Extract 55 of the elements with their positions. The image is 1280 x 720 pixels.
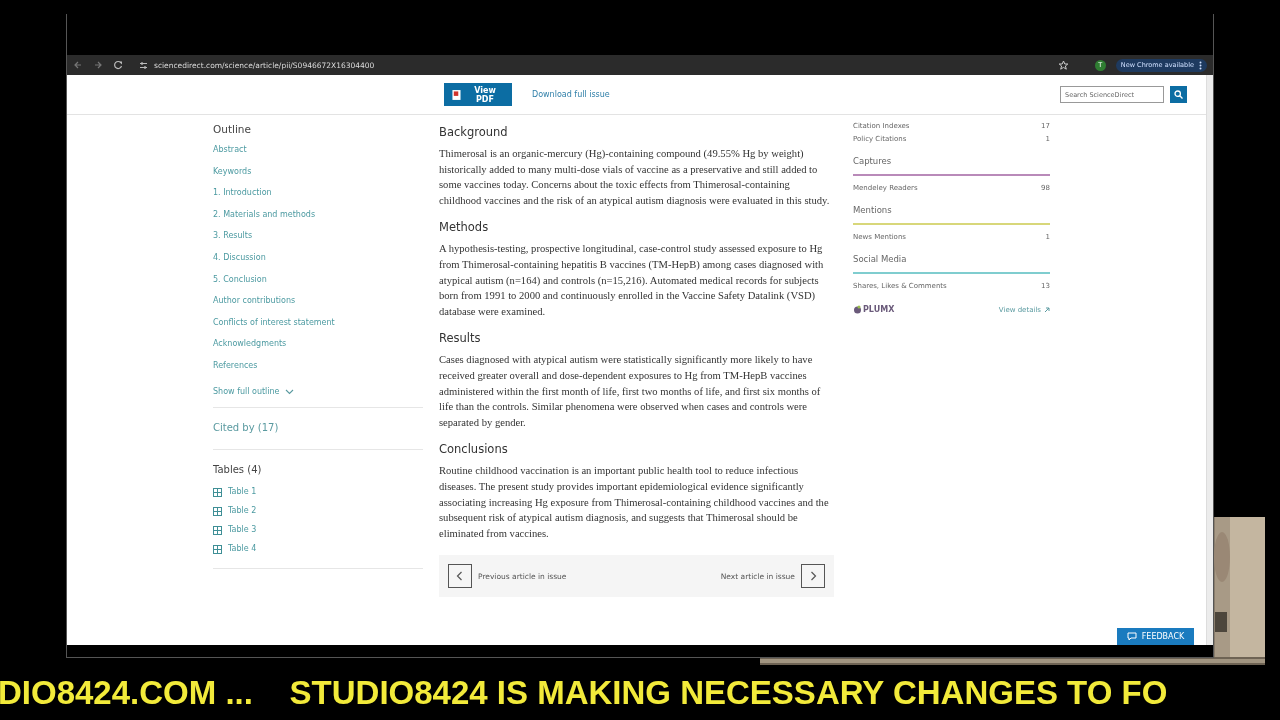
table-icon — [213, 506, 222, 516]
section-heading: Background — [439, 125, 509, 139]
show-full-outline-link[interactable]: Show full outline — [213, 386, 294, 403]
download-link[interactable]: Download full issue — [532, 90, 610, 99]
outline-link[interactable]: 1. Introduction — [213, 188, 272, 210]
outline-link[interactable]: 5. Conclusion — [213, 274, 267, 297]
section-paragraph: Routine childhood vaccination is an important public health tool to reduce infectious diseases. The present study provides important epidemiological evidence significantly associating increasing Hg exposure from Thimerosal-containing childhood vaccines and the subsequent risk of atypical autism diagnosis, and suggests that Thimerosal should be eliminated from vaccines. — [439, 464, 830, 541]
outline-link[interactable]: Conflicts of interest statement — [213, 317, 335, 340]
table-link[interactable]: Table 1 — [213, 486, 257, 506]
reload-icon — [113, 60, 123, 70]
site-settings-icon — [139, 60, 148, 70]
table-link[interactable]: Table 2 — [213, 505, 257, 526]
metric-group-title: Captures — [853, 156, 893, 168]
chevron-left-icon — [448, 564, 472, 589]
forward-icon — [93, 60, 103, 70]
section-heading: Methods — [439, 220, 490, 235]
metric-group-title: Mentions — [853, 205, 893, 217]
plumx-logo: PLUMX — [853, 305, 895, 314]
news-ticker-text: DIO8424.COM ... STUDIO8424 IS MAKING NECESSARY CHANGES TO FO — [0, 673, 1168, 712]
section-paragraph: Thimerosal is an organic-mercury (Hg)-containing compound (49.55% Hg by weight) historically added to many multi-dose vials of vaccine as a preservative and still added to some vaccines today. Concerns about the toxic effects from Thimerosal-containing childhood vaccines and the risk of an atypical autism diagnosis were evaluated in this study. — [439, 147, 831, 208]
table-icon — [213, 526, 222, 536]
feedback-button[interactable]: FEEDBACK — [1117, 628, 1194, 645]
more-icon — [1199, 60, 1202, 70]
plum-icon — [853, 305, 862, 314]
table-icon — [213, 545, 222, 555]
external-arrow-icon — [1044, 306, 1050, 313]
table-link[interactable]: Table 4 — [213, 544, 257, 564]
cited-by-link[interactable]: Cited by (17) — [213, 411, 279, 445]
outline-link[interactable]: Keywords — [213, 166, 252, 189]
search-button[interactable] — [1170, 86, 1187, 103]
outline-link[interactable]: Acknowledgments — [213, 339, 287, 361]
pdf-file-icon — [452, 88, 461, 101]
table-link[interactable]: Table 3 — [213, 525, 257, 545]
outline-link[interactable]: References — [213, 360, 258, 383]
outline-link[interactable]: 4. Discussion — [213, 252, 266, 275]
outline-link[interactable]: 3. Results — [213, 231, 253, 253]
scrollbar[interactable] — [1206, 75, 1213, 645]
chevron-down-icon — [284, 388, 294, 395]
outline-title: Outline — [213, 123, 251, 135]
metric-group-title: Social Media — [853, 254, 908, 266]
search-icon — [1174, 90, 1183, 99]
table-icon — [213, 487, 222, 497]
tables-title: Tables (4) — [213, 462, 262, 477]
section-paragraph: Cases diagnosed with atypical autism were statistically significantly more likely to have received greater overall and dose-dependent exposures to Hg from TM-HepB vaccines administered within the first month of life, first two months of life, and first six months of life than the controls. Similar phenomena were observed when cases and controls were separated by gender. — [439, 353, 822, 430]
outline-link[interactable]: 2. Materials and methods — [213, 209, 316, 232]
bookmark-star-icon — [1057, 59, 1069, 71]
section-heading: Conclusions — [439, 442, 509, 457]
chevron-right-icon — [801, 564, 825, 589]
outline-link[interactable]: Abstract — [213, 145, 247, 167]
speech-bubble-icon — [1126, 632, 1137, 641]
view-pdf-button[interactable]: View PDF — [444, 83, 512, 106]
outline-link[interactable]: Author contributions — [213, 296, 296, 318]
section-paragraph: A hypothesis-testing, prospective longitudinal, case-control study assessed exposure to Hg from Thimerosal-containing hepatitis B vaccines (TM-HepB) among cases diagnosed with atypical autism (n=164) and controls (n=15,216). Automated medical records for subjects born from 1991 to 2000 and continuously enrolled in the Vaccine Safety Datalink (VSD) database were examined. — [439, 242, 825, 319]
section-heading: Results — [439, 331, 482, 346]
back-icon — [73, 60, 83, 70]
